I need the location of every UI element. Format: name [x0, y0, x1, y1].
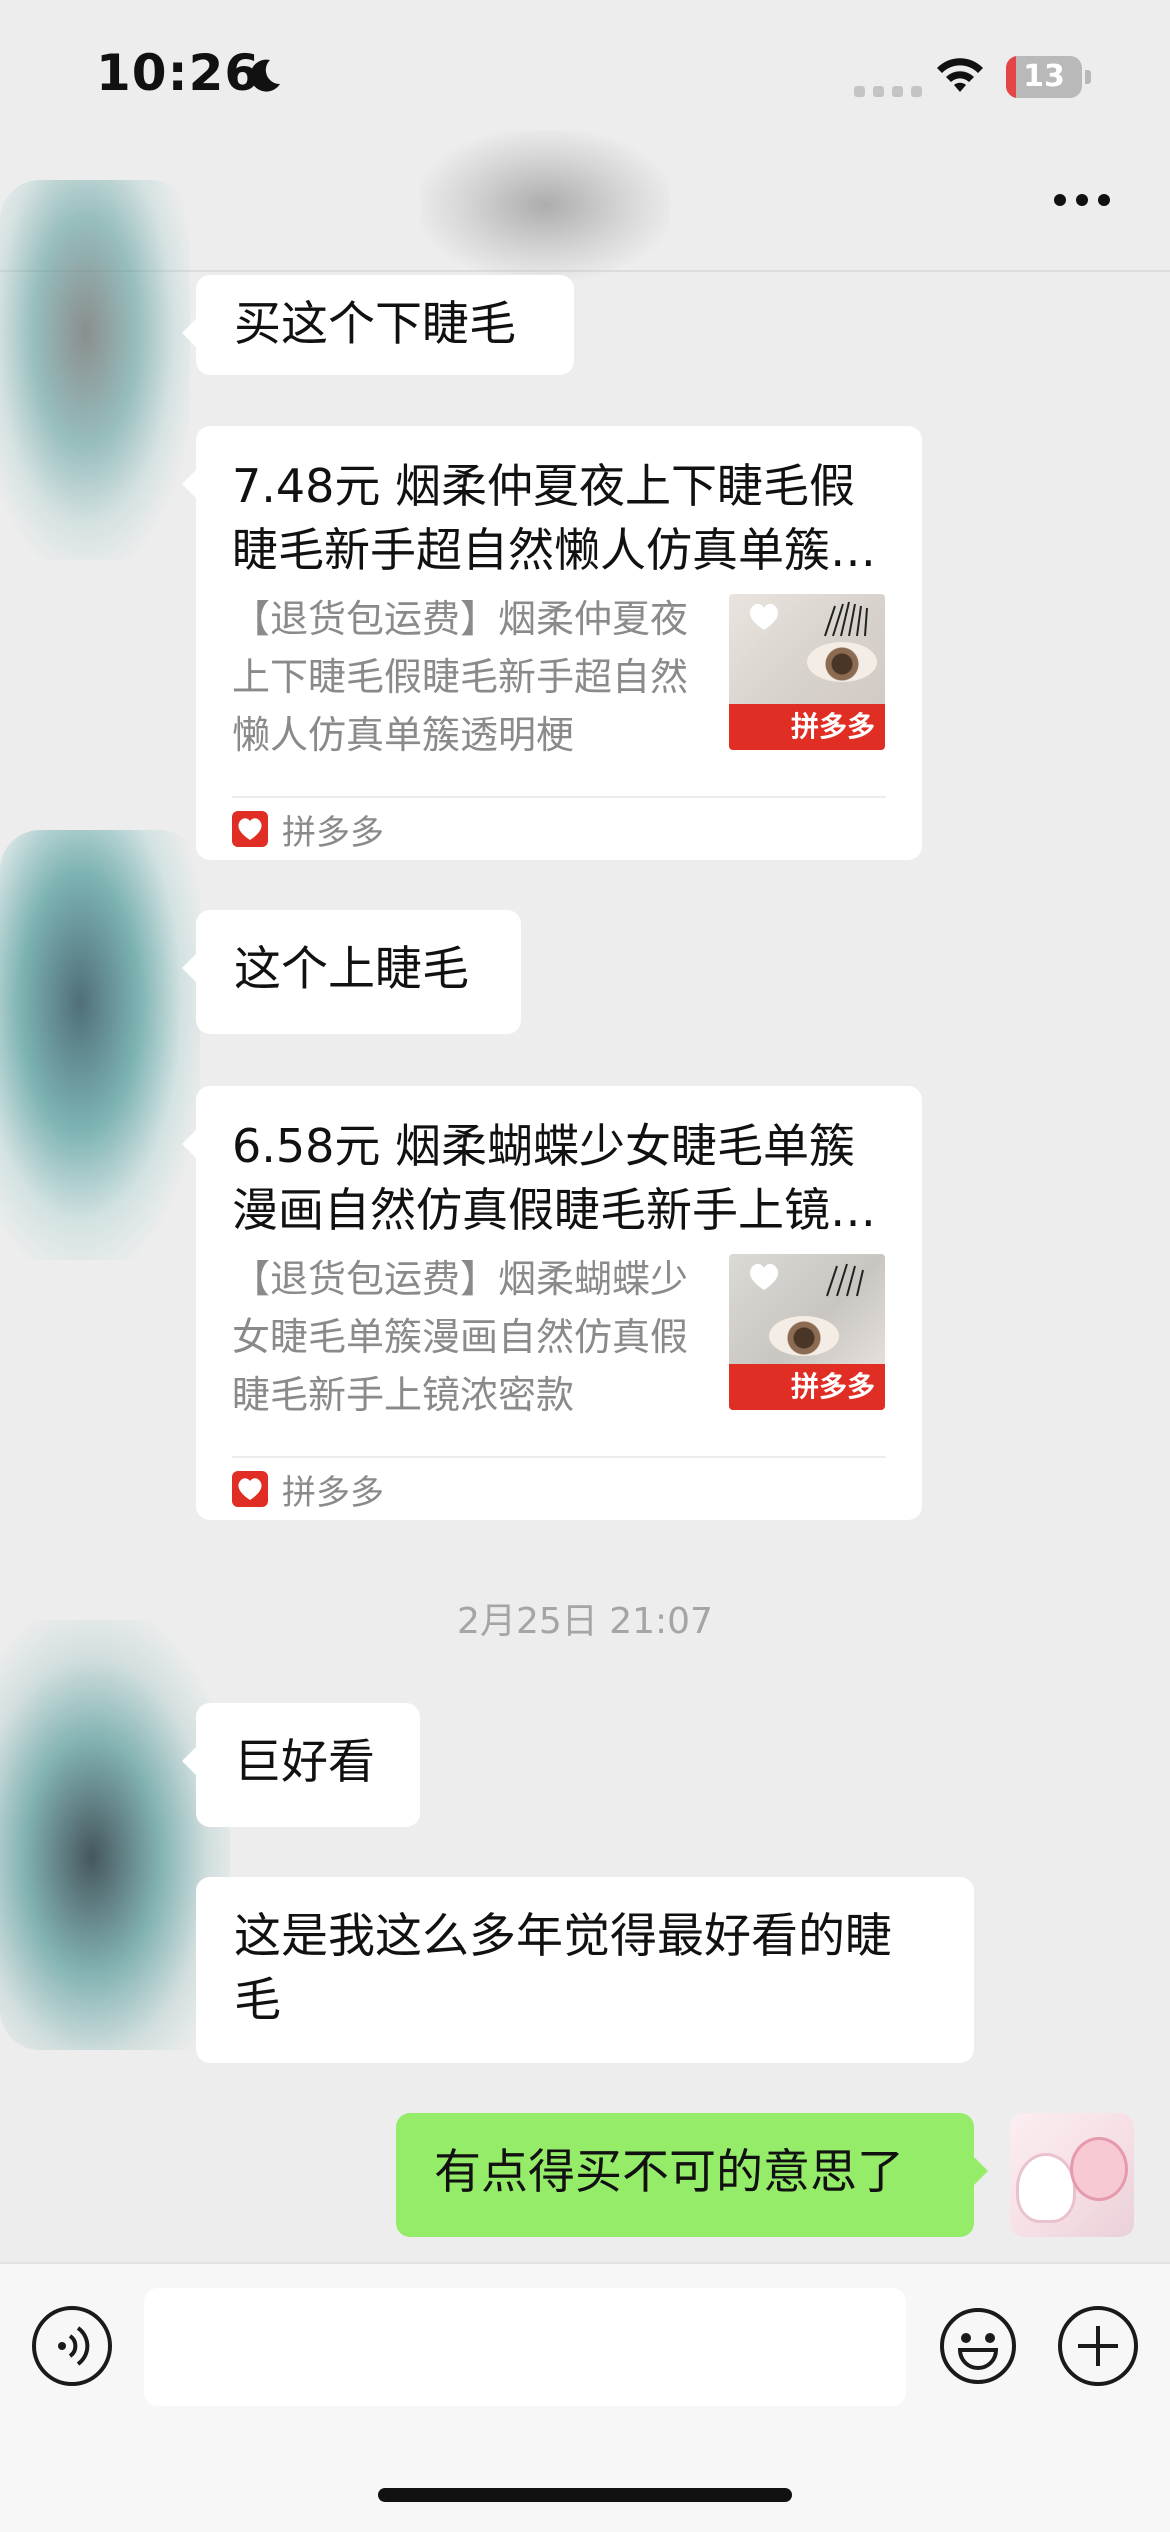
status-time: 10:26 — [96, 44, 261, 102]
card-source-label: 拼多多 — [282, 812, 384, 853]
chat-title-redacted — [420, 130, 670, 280]
card-source-label: 拼多多 — [282, 1472, 384, 1513]
emoji-icon[interactable] — [938, 2306, 1018, 2386]
product-thumbnail: 拼多多 — [729, 1254, 885, 1410]
product-description: 【退货包运费】烟柔仲夏夜上下睫毛假睫毛新手超自然懒人仿真单簇透明梗 — [232, 597, 689, 757]
thumbnail-brand-tag: 拼多多 — [729, 1364, 885, 1410]
pdd-heart-icon — [749, 603, 779, 630]
moon-icon — [250, 59, 280, 92]
wifi-icon — [937, 58, 983, 92]
message-bubble[interactable]: 这个上睫毛 — [182, 910, 521, 1034]
pdd-heart-icon — [749, 1263, 779, 1290]
message-input[interactable] — [144, 2288, 906, 2406]
thumbnail-brand-tag: 拼多多 — [729, 704, 885, 750]
status-bar: 10:26 13 — [0, 0, 1170, 150]
product-description: 【退货包运费】烟柔蝴蝶少女睫毛单簇漫画自然仿真假睫毛新手上镜浓密款 — [232, 1257, 689, 1417]
card-footer: 拼多多 — [232, 1468, 384, 1513]
product-thumbnail: 拼多多 — [729, 594, 885, 750]
product-title: 6.58元 烟柔蝴蝶少女睫毛单簇漫画自然仿真假睫毛新手上镜浓密 — [232, 1119, 876, 1237]
product-link-card[interactable]: 7.48元 烟柔仲夏夜上下睫毛假睫毛新手超自然懒人仿真单簇透明梗 【退货包运费】… — [182, 426, 922, 860]
voice-icon[interactable] — [32, 2306, 112, 2386]
pdd-logo-icon — [232, 1471, 268, 1507]
card-footer: 拼多多 — [232, 808, 384, 853]
battery-icon: 13 — [1006, 56, 1092, 98]
cellular-signal-icon — [854, 86, 922, 97]
battery-level: 13 — [1023, 59, 1065, 94]
plus-icon[interactable] — [1058, 2306, 1138, 2386]
my-avatar[interactable] — [1010, 2113, 1134, 2237]
contact-avatar[interactable] — [0, 830, 200, 1260]
product-title: 7.48元 烟柔仲夏夜上下睫毛假睫毛新手超自然懒人仿真单簇透明梗 — [232, 459, 876, 577]
product-link-card[interactable]: 6.58元 烟柔蝴蝶少女睫毛单簇漫画自然仿真假睫毛新手上镜浓密 【退货包运费】烟… — [182, 1086, 922, 1520]
contact-avatar[interactable] — [0, 180, 190, 560]
message-bubble[interactable]: 巨好看 — [182, 1703, 420, 1827]
my-message-bubble[interactable]: 有点得买不可的意思了 — [396, 2113, 988, 2237]
more-dots-icon[interactable] — [1054, 194, 1110, 206]
home-indicator — [378, 2488, 792, 2502]
chat-timestamp: 2月25日 21:07 — [457, 1601, 713, 1642]
message-bubble[interactable]: 买这个下睫毛 — [182, 275, 574, 375]
eyelash-icon — [826, 1263, 864, 1297]
message-bubble[interactable]: 这是我这么多年觉得最好看的睫毛 — [196, 1877, 974, 2063]
eyelash-icon — [824, 601, 868, 637]
pdd-logo-icon — [232, 811, 268, 847]
